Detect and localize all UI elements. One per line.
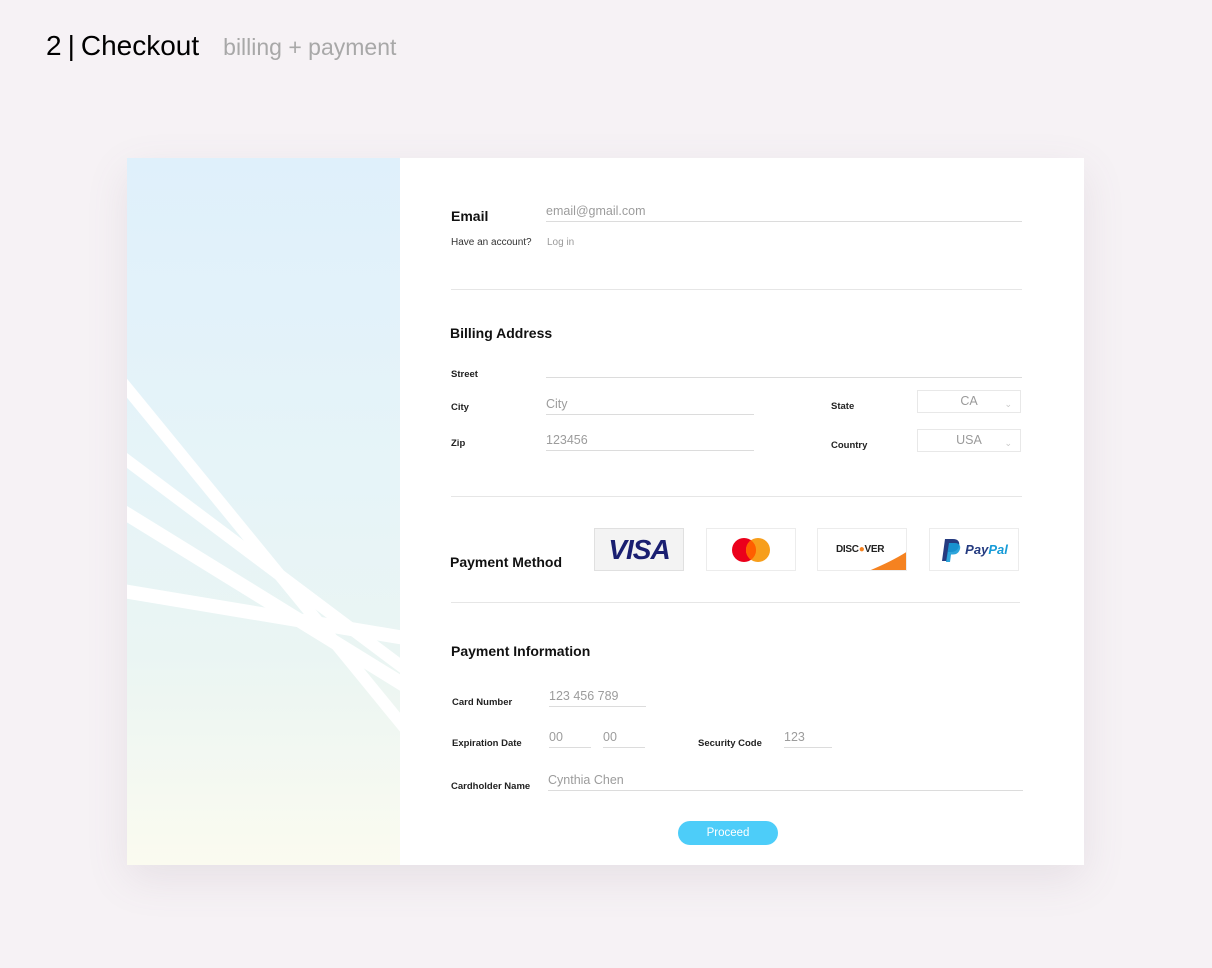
discover-option[interactable]: DISC●VER [817,528,907,571]
state-label: State [831,401,855,412]
zip-label: Zip [451,438,466,449]
exp-year-input[interactable] [603,728,645,747]
checkout-card: Email Have an account? Log in Billing Ad… [127,158,1084,865]
expiration-date-label: Expiration Date [452,738,522,749]
city-label: City [451,402,469,413]
card-number-input[interactable] [549,687,646,706]
email-input[interactable] [546,202,1022,221]
have-account-text: Have an account? [451,237,532,248]
visa-logo: VISA [608,533,670,565]
decorative-side-panel [127,158,400,865]
paypal-text-pay: Pay [965,542,989,557]
paypal-logo: PayPal [940,537,1008,563]
mastercard-option[interactable] [706,528,796,571]
paypal-p-icon [942,538,961,562]
payment-method-title: Payment Method [450,554,563,570]
paypal-option[interactable]: PayPal [929,528,1019,571]
exp-year-field[interactable] [603,728,645,748]
cardholder-name-label: Cardholder Name [451,781,531,792]
street-field[interactable] [546,358,1022,378]
cardholder-name-input[interactable] [548,771,1023,790]
paypal-text: PayPal [965,542,1008,557]
login-link[interactable]: Log in [547,237,574,248]
visa-option[interactable]: VISA [594,528,684,571]
country-select[interactable]: USA ⌄ [917,429,1021,452]
proceed-button[interactable]: Proceed [678,821,778,845]
payment-information-title: Payment Information [451,643,591,659]
billing-address-title: Billing Address [450,325,553,341]
page-subtitle: billing + payment [223,34,397,60]
country-value: USA [956,433,982,447]
decorative-lines [127,378,400,732]
exp-month-input[interactable] [549,728,591,747]
chevron-down-icon: ⌄ [1004,438,1012,448]
state-select[interactable]: CA ⌄ [917,390,1021,413]
page-title: Checkout [80,30,200,61]
checkout-form: Email Have an account? Log in Billing Ad… [400,158,1084,865]
divider [451,289,1022,290]
street-input[interactable] [546,358,1022,377]
exp-month-field[interactable] [549,728,591,748]
step-separator: | [67,30,75,61]
paypal-text-pal: Pal [988,542,1008,557]
security-code-field[interactable] [784,728,832,748]
card-number-label: Card Number [452,697,513,708]
mastercard-logo-icon [732,537,770,562]
city-input[interactable] [546,395,754,414]
state-value: CA [960,394,978,408]
zip-input[interactable] [546,431,754,450]
page-header: 2 | Checkout billing + payment [46,30,396,62]
divider [451,602,1020,603]
divider [451,496,1022,497]
zip-field[interactable] [546,431,754,451]
city-field[interactable] [546,395,754,415]
country-label: Country [831,440,868,451]
security-code-label: Security Code [698,738,762,749]
security-code-input[interactable] [784,728,832,747]
street-label: Street [451,369,478,380]
email-label: Email [451,208,489,224]
discover-swoosh-icon [870,552,906,570]
chevron-down-icon: ⌄ [1004,399,1012,409]
email-field[interactable] [546,202,1022,222]
card-number-field[interactable] [549,687,646,707]
cardholder-name-field[interactable] [548,771,1023,791]
step-number: 2 [46,30,62,61]
